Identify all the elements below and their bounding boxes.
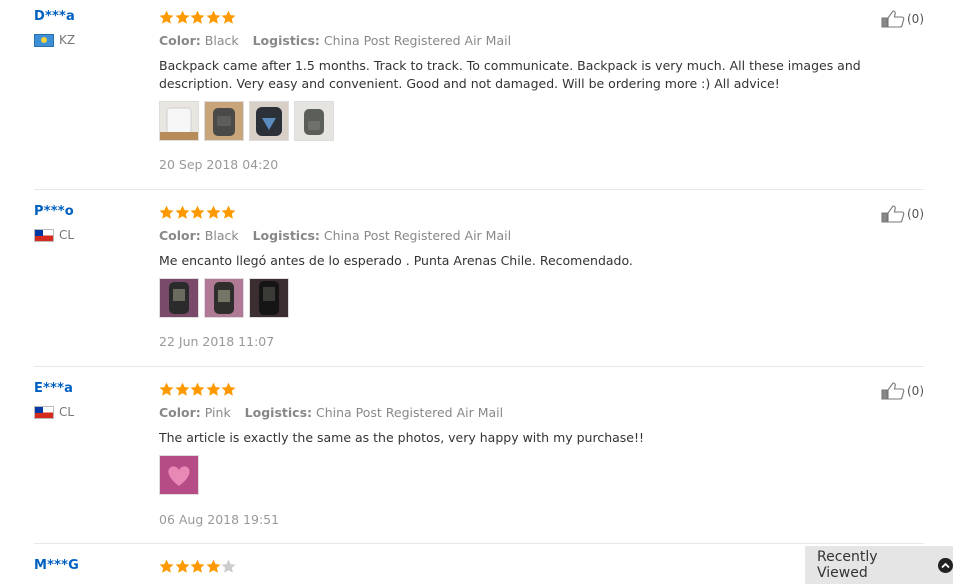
star-filled-icon — [175, 382, 189, 396]
color-value: Black — [204, 228, 239, 243]
color-value: Pink — [204, 405, 231, 420]
review-text: Backpack came after 1.5 months. Track to… — [159, 58, 861, 91]
color-label: Color: — [159, 228, 201, 243]
star-filled-icon — [206, 559, 220, 573]
review-photo[interactable] — [249, 278, 289, 318]
thumbs-up-icon — [881, 205, 905, 223]
order-info: Color: Pink Logistics: China Post Regist… — [159, 405, 503, 420]
star-filled-icon — [206, 205, 220, 219]
helpful-button[interactable]: (0) — [881, 382, 924, 400]
reviewer-name[interactable]: P***o — [34, 204, 74, 219]
logistics-label: Logistics: — [252, 33, 320, 48]
star-filled-icon — [159, 10, 174, 24]
star-rating — [159, 10, 237, 25]
star-empty-icon — [221, 559, 236, 573]
review-photo[interactable] — [249, 101, 289, 141]
star-rating — [159, 559, 237, 574]
review-divider — [34, 543, 924, 544]
helpful-count: (0) — [907, 12, 924, 26]
color-label: Color: — [159, 405, 201, 420]
star-filled-icon — [175, 10, 189, 24]
logistics-value: China Post Registered Air Mail — [316, 405, 504, 420]
thumbs-up-icon — [881, 382, 905, 400]
color-value: Black — [204, 33, 239, 48]
star-rating — [159, 382, 237, 397]
reviewer-name[interactable]: D***a — [34, 9, 75, 24]
review-text: Me encanto llegó antes de lo esperado . … — [159, 253, 633, 268]
order-info: Color: Black Logistics: China Post Regis… — [159, 33, 511, 48]
review-photos — [159, 101, 339, 141]
color-label: Color: — [159, 33, 201, 48]
star-filled-icon — [221, 205, 236, 219]
reviewer-country: CL — [34, 228, 74, 242]
star-rating — [159, 205, 237, 220]
review-photo[interactable] — [204, 278, 244, 318]
star-filled-icon — [206, 10, 220, 24]
review-divider — [34, 189, 924, 190]
helpful-button[interactable]: (0) — [881, 10, 924, 28]
star-filled-icon — [159, 205, 174, 219]
kz-flag-icon — [34, 33, 54, 47]
review-divider — [34, 366, 924, 367]
helpful-count: (0) — [907, 207, 924, 221]
reviewer-country: KZ — [34, 33, 75, 47]
logistics-value: China Post Registered Air Mail — [323, 33, 512, 48]
reviewer-name[interactable]: E***a — [34, 381, 73, 396]
star-filled-icon — [190, 10, 205, 24]
star-filled-icon — [206, 382, 220, 396]
logistics-label: Logistics: — [252, 228, 320, 243]
helpful-count: (0) — [907, 384, 924, 398]
star-filled-icon — [190, 559, 205, 573]
review-photo[interactable] — [159, 278, 199, 318]
review-photos — [159, 278, 294, 318]
reviewer-name[interactable]: M***G — [34, 558, 79, 573]
review-photo[interactable] — [159, 455, 199, 495]
star-filled-icon — [159, 559, 174, 573]
recently-viewed-label: Recently Viewed — [817, 549, 878, 581]
order-info: Color: Black Logistics: China Post Regis… — [159, 228, 511, 243]
review-photos — [159, 455, 204, 495]
review-date: 06 Aug 2018 19:51 — [159, 512, 280, 527]
thumbs-up-icon — [881, 10, 905, 28]
recently-viewed-tab[interactable]: Recently Viewed — [805, 546, 953, 584]
star-filled-icon — [175, 559, 189, 573]
star-filled-icon — [159, 382, 174, 396]
star-filled-icon — [190, 382, 205, 396]
star-filled-icon — [221, 10, 236, 24]
chevron-up-icon — [938, 557, 953, 573]
star-filled-icon — [175, 205, 189, 219]
review-photo[interactable] — [204, 101, 244, 141]
helpful-button[interactable]: (0) — [881, 205, 924, 223]
cl-flag-icon — [34, 405, 54, 419]
country-code: CL — [59, 405, 75, 419]
cl-flag-icon — [34, 228, 54, 242]
star-filled-icon — [190, 205, 205, 219]
star-filled-icon — [221, 382, 236, 396]
review-photo[interactable] — [294, 101, 334, 141]
country-code: KZ — [59, 33, 76, 47]
logistics-value: China Post Registered Air Mail — [323, 228, 512, 243]
reviewer-country: CL — [34, 405, 74, 419]
review-date: 20 Sep 2018 04:20 — [159, 157, 279, 172]
review-date: 22 Jun 2018 11:07 — [159, 334, 275, 349]
logistics-label: Logistics: — [244, 405, 313, 420]
country-code: CL — [59, 228, 75, 242]
review-photo[interactable] — [159, 101, 199, 141]
review-text: The article is exactly the same as the p… — [159, 430, 645, 445]
